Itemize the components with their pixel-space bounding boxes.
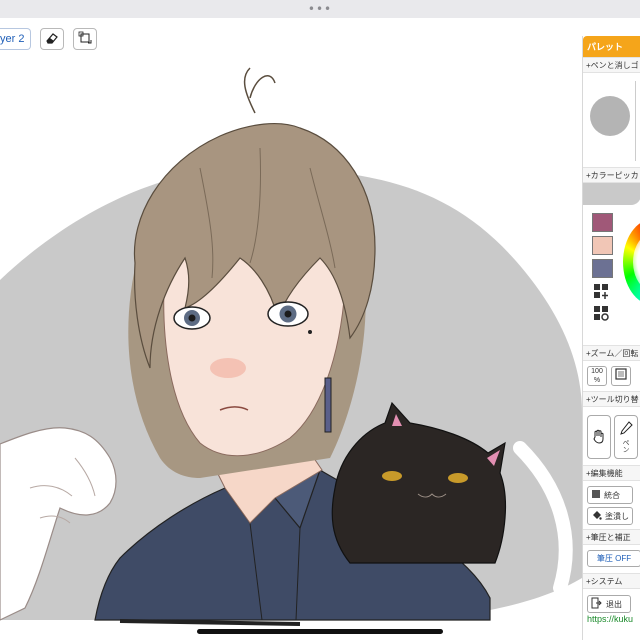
palette-panel: パレット +ペンと消しゴ +カラーピッカ +ズーム／回転 100 % +ツール切… [582, 36, 640, 640]
exit-door-icon [591, 597, 602, 611]
illustration [0, 67, 582, 626]
exit-label: 退出 [606, 599, 622, 609]
transform-tool-button[interactable] [73, 28, 98, 50]
earring [324, 377, 332, 433]
zoom-unit: % [593, 377, 601, 384]
zoom-area: 100 % [583, 361, 640, 391]
fill-label: 塗潰し [605, 511, 629, 521]
hand-tool-button[interactable] [587, 415, 611, 459]
palette-title[interactable]: パレット [583, 36, 640, 57]
merge-button[interactable]: 統合 [587, 486, 633, 504]
zoom-value: 100 [591, 368, 603, 375]
color-swatch-3[interactable] [592, 259, 613, 278]
layer-label: yer 2 [0, 33, 25, 45]
layer-selector-button[interactable]: yer 2 [0, 28, 32, 50]
pressure-area: 筆圧 OFF [583, 545, 640, 573]
section-system[interactable]: +システム [583, 573, 640, 589]
drawing-canvas[interactable] [0, 18, 582, 640]
website-link[interactable]: https://kuku [587, 614, 633, 624]
hand-icon [591, 428, 607, 446]
fit-screen-button[interactable] [611, 366, 631, 386]
pen-slider-edge[interactable] [635, 81, 640, 161]
swatch-settings-icon[interactable] [593, 305, 611, 322]
zoom-100-button[interactable]: 100 % [587, 366, 607, 386]
color-wheel[interactable] [623, 219, 640, 305]
tool-switch-area: ペン [583, 407, 640, 465]
edit-functions-area: 統合 塗潰し [583, 481, 640, 529]
pen-icon [619, 421, 633, 439]
section-color-picker[interactable]: +カラーピッカ [583, 167, 640, 183]
top-status-strip: ••• [0, 0, 640, 18]
color-swatch-1[interactable] [592, 213, 613, 232]
eraser-tool-button[interactable] [40, 28, 65, 50]
transform-icon [78, 30, 92, 49]
section-pen-eraser[interactable]: +ペンと消しゴ [583, 57, 640, 73]
merge-icon [591, 489, 601, 501]
section-pressure-correction[interactable]: +筆圧と補正 [583, 529, 640, 545]
drawing-app: ••• yer 2 パレット +ペンと消しゴ +カラーピッカ +ズーム／回転 1… [0, 0, 640, 640]
current-color-strip[interactable] [583, 183, 640, 205]
brush-size-preview[interactable] [590, 96, 630, 136]
multitasking-dots[interactable]: ••• [308, 3, 332, 15]
section-edit-functions[interactable]: +編集機能 [583, 465, 640, 481]
pressure-off-button[interactable]: 筆圧 OFF [587, 550, 640, 567]
fit-screen-icon [614, 368, 628, 383]
section-zoom-rotate[interactable]: +ズーム／回転 [583, 345, 640, 361]
fill-bucket-icon [591, 510, 602, 523]
canvas-toolbar: yer 2 [0, 27, 98, 51]
exit-button[interactable]: 退出 [587, 595, 631, 613]
color-picker-area [583, 183, 640, 345]
merge-label: 統合 [604, 490, 620, 500]
color-swatch-2[interactable] [592, 236, 613, 255]
pen-tool-label: ペン [622, 439, 630, 453]
pen-tool-button[interactable]: ペン [614, 415, 638, 459]
eraser-icon [45, 30, 59, 49]
add-swatch-icon[interactable] [593, 283, 611, 300]
home-indicator[interactable] [197, 629, 443, 634]
pen-settings-area [583, 73, 640, 167]
section-tool-switch[interactable]: +ツール切り替 [583, 391, 640, 407]
fill-button[interactable]: 塗潰し [587, 507, 633, 525]
color-wheel-center[interactable] [633, 233, 640, 291]
